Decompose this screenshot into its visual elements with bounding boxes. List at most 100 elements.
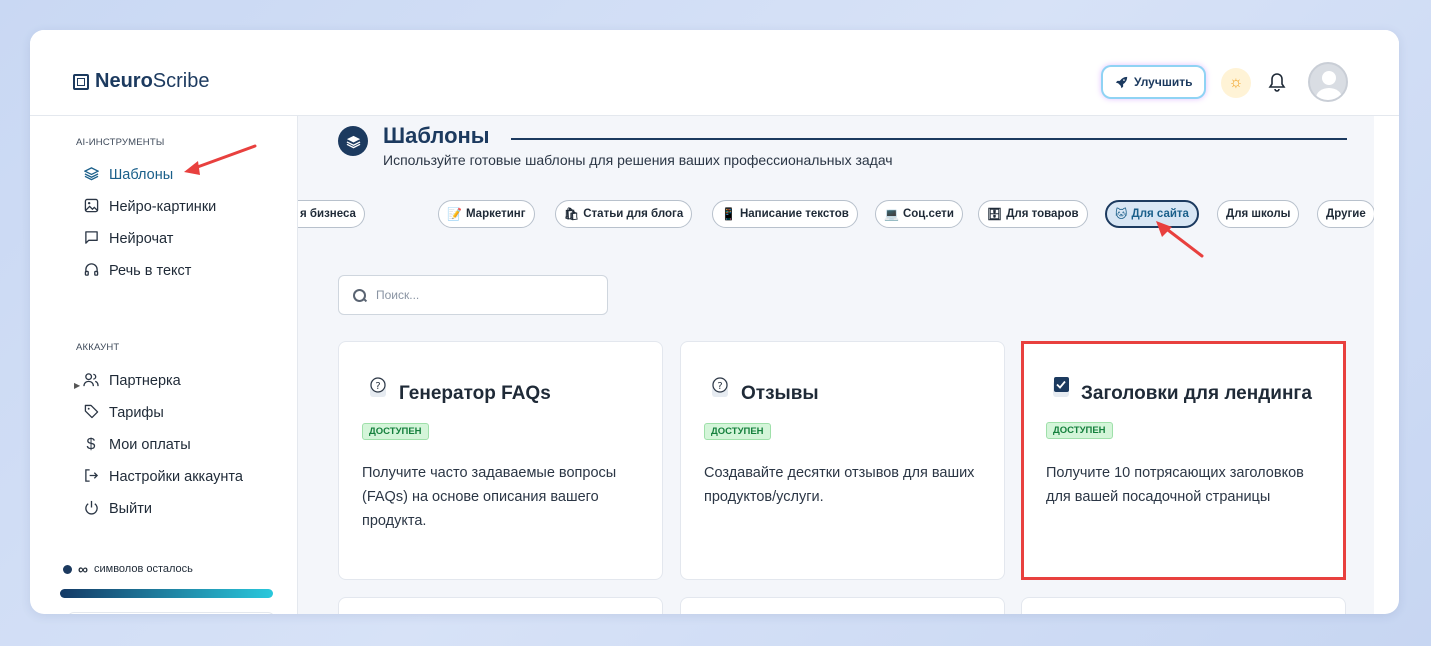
logo[interactable]: NeuroScribe bbox=[73, 70, 210, 93]
card-title: Генератор FAQs bbox=[399, 383, 551, 404]
tab-business[interactable]: я бизнеса bbox=[298, 200, 365, 228]
sidebar-item-label: Шаблоны bbox=[109, 167, 174, 183]
sidebar-item-templates[interactable]: Шаблоны bbox=[82, 166, 174, 184]
sidebar-item-tariffs[interactable]: Тарифы bbox=[83, 404, 164, 422]
tab-label: Для сайта bbox=[1131, 208, 1189, 220]
sidebar-item-label: Тарифы bbox=[109, 405, 164, 421]
question-icon: ? bbox=[709, 375, 731, 399]
status-badge: ДОСТУПЕН bbox=[704, 423, 771, 440]
card-description: Получите 10 потрясающих заголовков для в… bbox=[1046, 465, 1304, 505]
page-title: Шаблоны bbox=[383, 123, 490, 148]
dollar-icon: $ bbox=[86, 436, 96, 453]
question-icon: ? bbox=[367, 375, 389, 399]
sidebar-item-partners[interactable]: Партнерка bbox=[83, 372, 181, 390]
sun-icon: ☼ bbox=[1228, 74, 1244, 91]
users-icon bbox=[83, 372, 99, 390]
tab-label: Для товаров bbox=[1006, 208, 1079, 220]
template-card[interactable] bbox=[680, 597, 1005, 614]
status-badge: ДОСТУПЕН bbox=[362, 423, 429, 440]
upgrade-label: Улучшить bbox=[1134, 75, 1193, 89]
title-divider bbox=[511, 138, 1347, 140]
tab-label: Для школы bbox=[1226, 208, 1291, 220]
svg-text:?: ? bbox=[375, 381, 380, 392]
tab-label: Статьи для блога bbox=[583, 208, 684, 220]
infinity-symbol: ∞ bbox=[78, 561, 88, 577]
status-badge: ДОСТУПЕН bbox=[1046, 422, 1113, 439]
sidebar-item-neurochat[interactable]: Нейрочат bbox=[83, 230, 173, 248]
cat-mask-icon: 🐱 bbox=[1115, 207, 1128, 221]
tab-website[interactable]: 🐱 Для сайта bbox=[1105, 200, 1199, 228]
shopping-bags-icon: 🛍 bbox=[564, 207, 580, 221]
tab-label: Написание текстов bbox=[739, 208, 849, 220]
tab-label: Другие bbox=[1326, 208, 1366, 220]
cabinet-icon: 🗄 bbox=[987, 207, 1003, 221]
search-icon bbox=[353, 288, 366, 302]
logout-arrow-icon bbox=[83, 468, 99, 486]
image-icon bbox=[83, 198, 99, 216]
category-tabs: я бизнеса 📝 Маркетинг 🛍 Статьи для блога… bbox=[298, 200, 1374, 230]
tab-label: Соц.сети bbox=[902, 208, 954, 220]
template-card-reviews[interactable]: ? Отзывы ДОСТУПЕН Создавайте десятки отз… bbox=[680, 341, 1005, 580]
tab-label: Маркетинг bbox=[465, 208, 526, 220]
memo-icon: 📝 bbox=[447, 207, 462, 221]
template-card[interactable] bbox=[1021, 597, 1346, 614]
sidebar-item-speech-to-text[interactable]: Речь в текст bbox=[83, 262, 191, 280]
tab-copywriting[interactable]: 📱 Написание текстов bbox=[712, 200, 858, 228]
sidebar-item-label: Речь в текст bbox=[109, 263, 192, 279]
tab-other[interactable]: Другие bbox=[1317, 200, 1374, 228]
template-card-landing-headlines[interactable]: Заголовки для лендинга ДОСТУПЕН Получите… bbox=[1021, 341, 1346, 580]
card-description: Получите часто задаваемые вопросы (FAQs)… bbox=[362, 465, 617, 529]
user-avatar[interactable] bbox=[1308, 62, 1348, 102]
app-window: NeuroScribe Улучшить ☼ AI-ИНСТРУМЕНТЫ Ша… bbox=[30, 30, 1399, 614]
logo-rest: Scribe bbox=[152, 70, 210, 92]
theme-toggle-button[interactable]: ☼ bbox=[1221, 68, 1251, 98]
card-title: Отзывы bbox=[741, 383, 819, 404]
laptop-icon: 💻 bbox=[884, 207, 899, 221]
logo-bold: Neuro bbox=[95, 70, 153, 92]
page-subtitle: Используйте готовые шаблоны для решения … bbox=[383, 152, 893, 168]
rocket-icon bbox=[1115, 76, 1128, 88]
search-input[interactable]: Поиск... bbox=[338, 275, 608, 315]
layers-icon bbox=[82, 166, 100, 184]
sidebar-item-neuro-images[interactable]: Нейро-картинки bbox=[83, 198, 216, 216]
chat-icon bbox=[83, 230, 99, 248]
card-title: Заголовки для лендинга bbox=[1081, 383, 1312, 404]
search-placeholder: Поиск... bbox=[376, 288, 420, 302]
sidebar-item-label: Выйти bbox=[109, 501, 152, 517]
chars-remaining: ∞ символов осталось bbox=[63, 561, 193, 577]
svg-text:?: ? bbox=[717, 381, 722, 392]
tab-social[interactable]: 💻 Соц.сети bbox=[875, 200, 963, 228]
tab-blog-articles[interactable]: 🛍 Статьи для блога bbox=[555, 200, 693, 228]
sidebar-bottom-card bbox=[67, 612, 275, 614]
logo-icon bbox=[73, 73, 89, 90]
upgrade-button[interactable]: Улучшить bbox=[1103, 67, 1205, 97]
sidebar-item-label: Нейро-картинки bbox=[109, 199, 217, 215]
checkbox-icon bbox=[1050, 375, 1072, 399]
tab-school[interactable]: Для школы bbox=[1217, 200, 1300, 228]
bell-icon bbox=[1268, 73, 1286, 92]
section-label-ai-tools: AI-ИНСТРУМЕНТЫ bbox=[76, 137, 165, 148]
caret-right-icon[interactable]: ▶ bbox=[74, 381, 80, 390]
notifications-button[interactable] bbox=[1266, 70, 1288, 94]
headphones-icon bbox=[83, 262, 99, 280]
tab-marketing[interactable]: 📝 Маркетинг bbox=[438, 200, 535, 228]
tab-label: я бизнеса bbox=[300, 208, 356, 220]
phone-icon: 📱 bbox=[721, 207, 736, 221]
sidebar-item-payments[interactable]: $ Мои оплаты bbox=[83, 436, 191, 454]
chars-progress-bar bbox=[60, 589, 273, 598]
chars-remaining-label: символов осталось bbox=[93, 563, 193, 575]
sidebar-item-label: Партнерка bbox=[109, 373, 181, 389]
main-content: Шаблоны Используйте готовые шаблоны для … bbox=[298, 116, 1374, 614]
section-label-account: АККАУНТ bbox=[76, 342, 120, 353]
tab-products[interactable]: 🗄 Для товаров bbox=[978, 200, 1088, 228]
sidebar-item-account-settings[interactable]: Настройки аккаунта bbox=[83, 468, 243, 486]
sidebar-item-label: Настройки аккаунта bbox=[109, 469, 243, 485]
template-card-faq[interactable]: ? Генератор FAQs ДОСТУПЕН Получите часто… bbox=[338, 341, 663, 580]
tag-icon bbox=[83, 404, 99, 422]
sidebar-item-logout[interactable]: Выйти bbox=[83, 500, 152, 518]
sidebar: AI-ИНСТРУМЕНТЫ Шаблоны Нейро-картинки Не… bbox=[55, 116, 298, 614]
card-description: Создавайте десятки отзывов для ваших про… bbox=[704, 465, 975, 505]
template-card[interactable] bbox=[338, 597, 663, 614]
power-icon bbox=[83, 500, 99, 518]
top-header: NeuroScribe Улучшить ☼ bbox=[30, 30, 1399, 116]
